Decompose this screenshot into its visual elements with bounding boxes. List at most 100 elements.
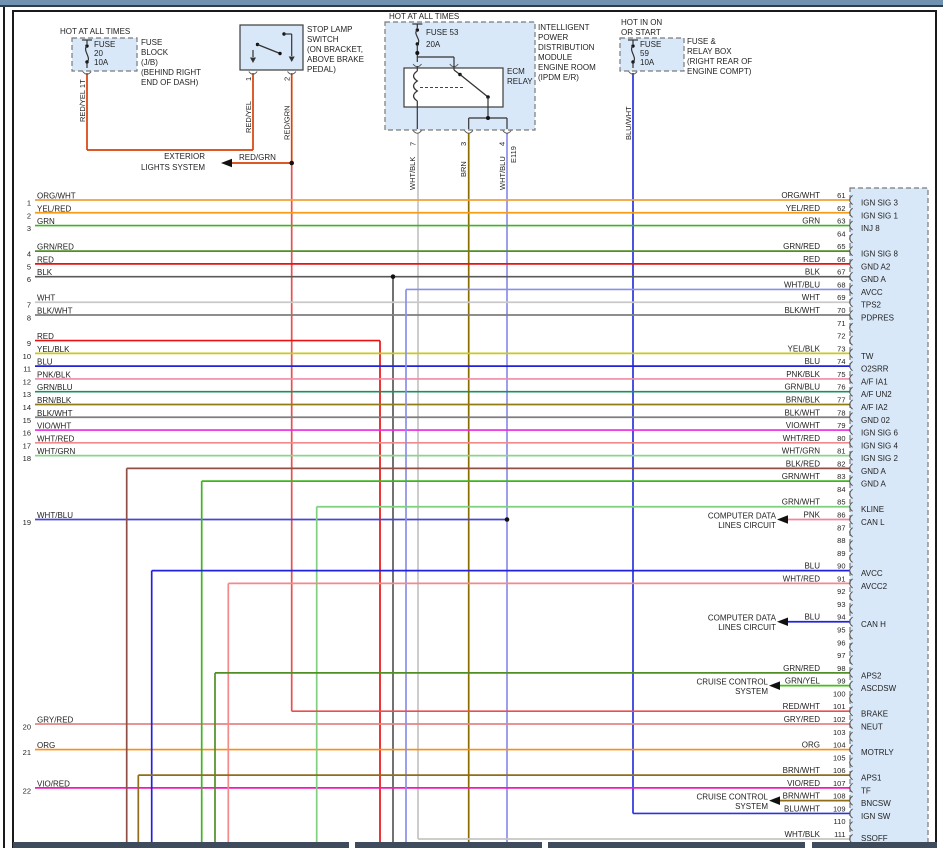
ecm-pin-signal: IGN SIG 6 xyxy=(861,429,898,438)
ecm-pin-wire-color: BLK/WHT xyxy=(784,408,820,417)
wire-label-red-yel-1t: RED/YEL 1T xyxy=(78,79,87,122)
labels-layer: HOT AT ALL TIMESFUSE2010AFUSEBLOCK(J/B)(… xyxy=(23,12,899,843)
ecm-pin-signal: NEUT xyxy=(861,722,883,731)
ecm-pin-wire-color: PNK/BLK xyxy=(786,370,820,379)
row-number: 7 xyxy=(27,301,31,310)
ecm-pin-number: 97 xyxy=(837,651,845,660)
row-wire-color-label: RED xyxy=(37,255,54,264)
page-border-left xyxy=(12,10,14,848)
ecm-pin-number: 109 xyxy=(833,804,846,813)
ecm-pin-wire-color: VIO/RED xyxy=(787,779,820,788)
arrow-left-icon xyxy=(769,796,780,805)
title-bar-edge xyxy=(0,5,943,7)
row-number: 18 xyxy=(23,454,31,463)
ecm-pin-number: 90 xyxy=(837,562,845,571)
arrow-left-icon xyxy=(777,617,788,626)
row-number: 10 xyxy=(23,352,31,361)
ecm-pin-number: 103 xyxy=(833,728,846,737)
ecm-pin-wire-color: BLU xyxy=(804,562,820,571)
junction-dot xyxy=(415,51,419,55)
ecm-pin-wire-color: GRN/YEL xyxy=(785,677,821,686)
ipdm-label: INTELLIGENT xyxy=(538,23,590,32)
row-wire-color-label: VIO/RED xyxy=(37,779,70,788)
stop-lamp-switch-label: STOP LAMP xyxy=(307,25,353,34)
ecm-pin-number: 82 xyxy=(837,459,845,468)
row-number: 14 xyxy=(23,403,31,412)
ecm-pin-number: 101 xyxy=(833,702,846,711)
ecm-pin-number: 98 xyxy=(837,664,845,673)
ecm-pin-wire-color: GRN xyxy=(802,217,820,226)
ecm-pin-number: 61 xyxy=(837,191,845,200)
row-number: 3 xyxy=(27,224,31,233)
ecm-pin-signal: APS1 xyxy=(861,774,882,783)
ecm-pin-wire-color: ORG xyxy=(802,741,820,750)
row-wire-color-label: YEL/BLK xyxy=(37,345,70,354)
ecm-pin-number: 79 xyxy=(837,421,845,430)
fuse-number: 59 xyxy=(640,49,649,58)
ecm-pin-number: 89 xyxy=(837,549,845,558)
row-wire-color-label: BLU xyxy=(37,358,53,367)
ecm-pin-number: 110 xyxy=(834,817,846,826)
ecm-pin-number: 111 xyxy=(834,830,845,839)
ecm-pin-wire-color: GRN/RED xyxy=(783,664,820,673)
ecm-pin-number: 99 xyxy=(837,677,845,686)
system-link-label: CRUISE CONTROL xyxy=(696,793,768,802)
ecm-pin-number: 95 xyxy=(837,626,845,635)
diagram-page: HOT AT ALL TIMESFUSE2010AFUSEBLOCK(J/B)(… xyxy=(0,0,943,848)
ecm-pin-number: 81 xyxy=(837,447,845,456)
ipdm-pin-number: 4 xyxy=(498,142,507,146)
ecm-pin-wire-color: BLU/WHT xyxy=(784,804,820,813)
row-number: 13 xyxy=(23,390,31,399)
ecm-pin-number: 92 xyxy=(837,587,845,596)
ecm-pin-number: 66 xyxy=(837,255,845,264)
ecm-pin-number: 77 xyxy=(837,395,845,404)
ecm-pin-number: 67 xyxy=(837,268,845,277)
system-link-label: SYSTEM xyxy=(735,802,768,811)
switch-pin-1: 1 xyxy=(244,77,253,81)
ecm-pin-wire-color: BLK/RED xyxy=(786,459,820,468)
fuse-block-label: FUSE xyxy=(141,38,162,47)
wire-label-red-yel: RED/YEL xyxy=(244,101,253,133)
row-wire-color-label: GRN xyxy=(37,217,55,226)
row-wire-color-label: GRY/RED xyxy=(37,715,74,724)
ecm-pin-signal: ASCDSW xyxy=(861,684,897,693)
ecm-pin-number: 64 xyxy=(837,229,845,238)
switch-blade-dot xyxy=(278,52,281,55)
ecm-pin-signal: INJ 8 xyxy=(861,224,880,233)
bottom-connectors xyxy=(13,842,937,848)
ecm-pin-signal: AVCC xyxy=(861,288,883,297)
row-number: 12 xyxy=(23,377,31,386)
ecm-pin-number: 100 xyxy=(833,689,846,698)
system-link-label: SYSTEM xyxy=(735,687,768,696)
ecm-pin-number: 76 xyxy=(837,383,845,392)
row-number: 9 xyxy=(27,339,31,348)
ecm-pin-signal: MOTRLY xyxy=(861,748,894,757)
ecm-pin-wire-color: BLK/WHT xyxy=(784,306,820,315)
ecm-pin-signal: PDPRES xyxy=(861,314,894,323)
row-wire-color-label: WHT/GRN xyxy=(37,447,75,456)
ecm-pin-wire-color: GRY/RED xyxy=(784,715,821,724)
row-wire-color-label: WHT/BLU xyxy=(37,511,73,520)
ecm-pin-wire-color: YEL/RED xyxy=(786,204,820,213)
ecm-pin-signal: KLINE xyxy=(861,505,884,514)
row-wire-color-label: PNK/BLK xyxy=(37,370,71,379)
connector-id-e119: E119 xyxy=(509,146,518,163)
arrow-left-icon xyxy=(769,681,780,690)
junction-dot xyxy=(505,517,510,522)
row-number: 4 xyxy=(27,250,31,259)
row-number: 22 xyxy=(23,786,31,795)
row-number: 2 xyxy=(27,211,31,220)
fuse-number: 20 xyxy=(94,49,103,58)
row-number: 8 xyxy=(27,314,31,323)
switch-pin-2: 2 xyxy=(283,77,292,81)
wiring-diagram: HOT AT ALL TIMESFUSE2010AFUSEBLOCK(J/B)(… xyxy=(0,0,943,848)
ecm-pin-number: 78 xyxy=(837,408,845,417)
bottom-connector-band xyxy=(355,842,542,848)
window-chrome xyxy=(0,0,943,7)
bottom-connector-band xyxy=(13,842,349,848)
ipdm-label: POWER xyxy=(538,33,568,42)
stop-lamp-switch-label: (ON BRACKET, xyxy=(307,45,363,54)
ipdm-pin-number: 7 xyxy=(409,142,418,146)
ecm-pin-number: 65 xyxy=(837,242,845,251)
wires-layer xyxy=(35,73,850,842)
